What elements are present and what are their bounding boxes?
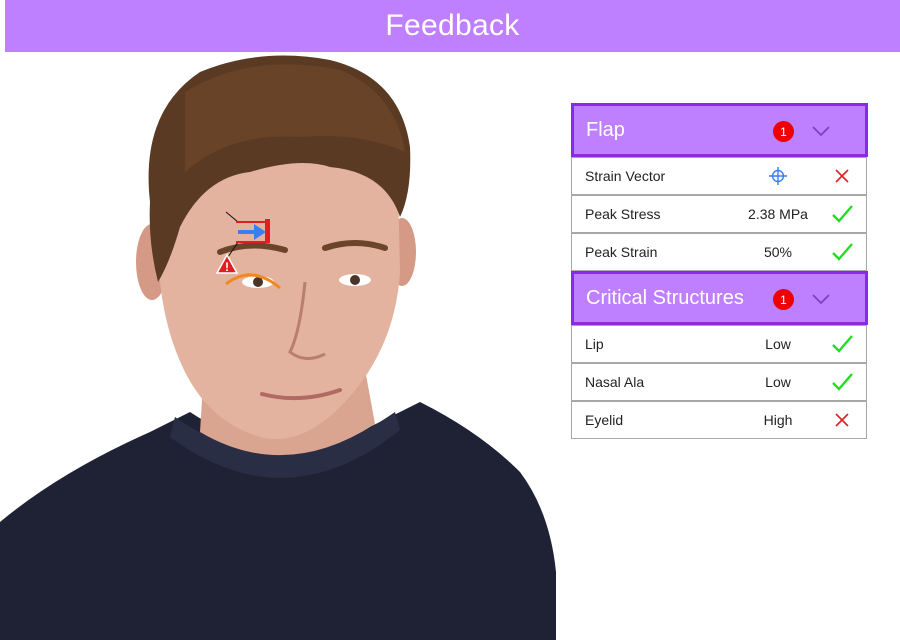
row-nasal-ala: Nasal Ala Low bbox=[571, 363, 867, 401]
section-title: Critical Structures bbox=[586, 286, 744, 309]
pass-check-icon bbox=[832, 373, 853, 391]
alert-mark: ! bbox=[225, 260, 229, 274]
feedback-screen: Feedback ! Flap 1 Strain Vector Peak Str… bbox=[0, 0, 900, 640]
row-value: 50% bbox=[763, 244, 793, 260]
pass-check-icon bbox=[832, 205, 853, 223]
pass-check-icon bbox=[832, 335, 853, 353]
row-label: Lip bbox=[585, 336, 604, 352]
row-peak-strain: Peak Strain 50% bbox=[571, 233, 867, 271]
row-label: Peak Strain bbox=[585, 244, 658, 260]
row-strain-vector: Strain Vector bbox=[571, 157, 867, 195]
section-header-critical-structures[interactable]: Critical Structures 1 bbox=[571, 271, 868, 325]
page-title: Feedback bbox=[385, 9, 520, 42]
row-value: Low bbox=[765, 336, 791, 352]
pass-check-icon bbox=[832, 243, 853, 261]
fail-x-icon bbox=[835, 169, 849, 183]
alert-count-badge: 1 bbox=[773, 121, 794, 142]
chevron-down-icon[interactable] bbox=[811, 291, 831, 307]
section-header-flap[interactable]: Flap 1 bbox=[571, 103, 868, 157]
right-iris bbox=[350, 275, 360, 285]
row-label: Peak Stress bbox=[585, 206, 661, 222]
patient-photo: ! bbox=[0, 55, 556, 640]
title-bar: Feedback bbox=[5, 0, 900, 52]
crosshair-icon[interactable] bbox=[768, 166, 788, 186]
row-label: Nasal Ala bbox=[585, 374, 645, 390]
section-title: Flap bbox=[586, 118, 625, 141]
fail-x-icon bbox=[835, 413, 849, 427]
row-value: 2.38 MPa bbox=[748, 206, 808, 222]
alert-count-badge: 1 bbox=[773, 289, 794, 310]
row-eyelid: Eyelid High bbox=[571, 401, 867, 439]
left-iris bbox=[253, 277, 263, 287]
row-lip: Lip Low bbox=[571, 325, 867, 363]
feedback-panel: Flap 1 Strain Vector Peak Stress 2.38 MP… bbox=[571, 103, 868, 439]
row-label: Eyelid bbox=[585, 412, 624, 428]
row-label: Strain Vector bbox=[585, 168, 666, 184]
row-value: Low bbox=[765, 374, 791, 390]
chevron-down-icon[interactable] bbox=[811, 123, 831, 139]
row-peak-stress: Peak Stress 2.38 MPa bbox=[571, 195, 867, 233]
row-value: High bbox=[763, 412, 793, 428]
